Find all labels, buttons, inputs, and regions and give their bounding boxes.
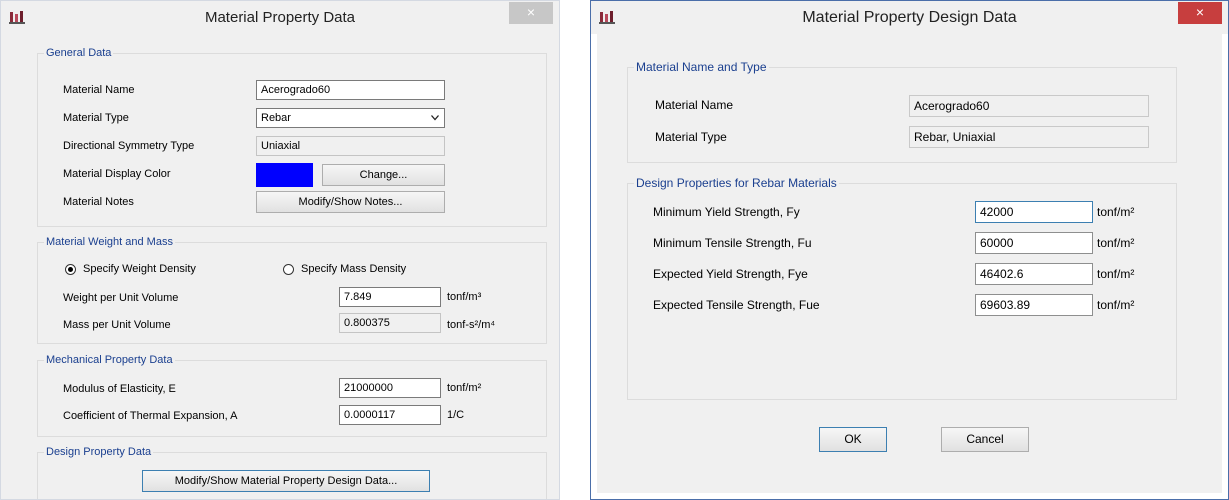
close-icon: × (1195, 4, 1205, 20)
fye-input[interactable]: 46402.6 (975, 263, 1093, 285)
mass-per-volume-label: Mass per Unit Volume (63, 319, 171, 331)
chevron-down-icon (431, 115, 439, 121)
weight-unit-label: tonf/m³ (447, 291, 482, 303)
close-icon: × (526, 4, 536, 20)
group-legend: Design Properties for Rebar Materials (636, 176, 837, 190)
fy-unit-label: tonf/m² (1097, 205, 1135, 219)
group-legend: Design Property Data (46, 446, 152, 458)
material-type-select[interactable]: Rebar (256, 108, 445, 128)
fu-input[interactable]: 60000 (975, 232, 1093, 254)
title-bar[interactable]: Material Property Data × (1, 1, 559, 35)
material-property-design-data-dialog: Material Property Design Data × Material… (590, 0, 1229, 500)
fye-label: Expected Yield Strength, Fye (653, 267, 808, 281)
symmetry-type-field: Uniaxial (256, 136, 445, 156)
thermal-unit-label: 1/C (447, 409, 465, 421)
specify-mass-density-radio[interactable] (283, 264, 294, 275)
title-bar[interactable]: Material Property Design Data × (591, 1, 1228, 34)
thermal-expansion-label: Coefficient of Thermal Expansion, A (63, 410, 238, 422)
specify-weight-density-label[interactable]: Specify Weight Density (83, 263, 196, 275)
modify-show-design-data-button[interactable]: Modify/Show Material Property Design Dat… (142, 470, 430, 492)
fue-label: Expected Tensile Strength, Fue (653, 298, 820, 312)
fy-label: Minimum Yield Strength, Fy (653, 205, 800, 219)
modify-show-notes-button[interactable]: Modify/Show Notes... (256, 191, 445, 213)
mass-unit-label: tonf-s²/m⁴ (447, 319, 496, 331)
material-name-input[interactable]: Acerogrado60 (256, 80, 445, 100)
material-type-label: Material Type (655, 130, 727, 144)
specify-weight-density-radio[interactable] (65, 264, 76, 275)
symmetry-type-label: Directional Symmetry Type (63, 140, 195, 152)
close-button[interactable]: × (1178, 2, 1222, 24)
weight-per-volume-input[interactable]: 7.849 (339, 287, 441, 307)
window-title: Material Property Design Data (802, 9, 1017, 26)
modulus-unit-label: tonf/m² (447, 382, 482, 394)
weight-per-volume-label: Weight per Unit Volume (63, 292, 179, 304)
material-name-label: Material Name (63, 84, 135, 96)
fu-unit-label: tonf/m² (1097, 236, 1135, 250)
cancel-button[interactable]: Cancel (941, 427, 1029, 452)
fy-input[interactable]: 42000 (975, 201, 1093, 223)
material-type-field: Rebar, Uniaxial (909, 126, 1149, 148)
change-color-button[interactable]: Change... (322, 164, 445, 186)
mechanical-property-group: Mechanical Property Data (37, 354, 547, 437)
material-type-label: Material Type (63, 112, 129, 124)
material-property-data-dialog: Material Property Data × General Data Ma… (0, 0, 560, 500)
thermal-expansion-input[interactable]: 0.0000117 (339, 405, 441, 425)
fue-unit-label: tonf/m² (1097, 298, 1135, 312)
fye-unit-label: tonf/m² (1097, 267, 1135, 281)
material-type-value: Rebar (261, 112, 291, 124)
mass-per-volume-field: 0.800375 (339, 313, 441, 333)
fue-input[interactable]: 69603.89 (975, 294, 1093, 316)
material-name-label: Material Name (655, 98, 734, 112)
modulus-elasticity-label: Modulus of Elasticity, E (63, 383, 176, 395)
ok-button[interactable]: OK (819, 427, 887, 452)
group-legend: General Data (46, 47, 112, 59)
display-color-label: Material Display Color (63, 168, 171, 180)
fu-label: Minimum Tensile Strength, Fu (653, 236, 812, 250)
specify-mass-density-label[interactable]: Specify Mass Density (301, 263, 406, 275)
group-legend: Material Weight and Mass (46, 236, 173, 248)
close-button[interactable]: × (509, 2, 553, 24)
group-legend: Mechanical Property Data (46, 354, 173, 366)
modulus-elasticity-input[interactable]: 21000000 (339, 378, 441, 398)
window-title: Material Property Data (204, 9, 356, 26)
material-name-field: Acerogrado60 (909, 95, 1149, 117)
material-notes-label: Material Notes (63, 196, 134, 208)
display-color-swatch[interactable] (256, 163, 313, 187)
dialog-body: Material Name and Type Material Name Ace… (597, 34, 1222, 493)
dialog-body: General Data Material Name Acerogrado60 … (1, 34, 559, 499)
group-legend: Material Name and Type (636, 60, 767, 74)
